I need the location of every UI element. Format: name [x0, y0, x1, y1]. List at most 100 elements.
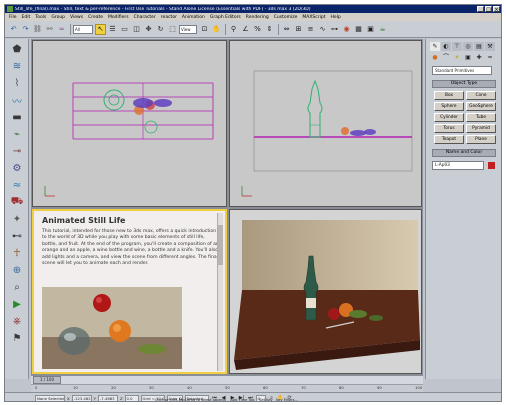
bind-spacewarp-icon[interactable]: ≈	[56, 24, 67, 35]
create-animation-icon[interactable]: ⎈	[9, 314, 25, 328]
select-scale-icon[interactable]: ⬚	[167, 24, 178, 35]
redo-icon[interactable]: ↷	[20, 24, 31, 35]
select-manipulate-icon[interactable]: ✋	[211, 24, 222, 35]
key-filters-button[interactable]: Key Filters...	[276, 398, 298, 401]
helpers-icon[interactable]: ✚	[474, 54, 484, 62]
wind-icon[interactable]: ≈	[9, 178, 25, 192]
menu-file[interactable]: File	[9, 15, 17, 20]
menu-graph-editors[interactable]: Graph Editors	[210, 15, 241, 20]
sphere-button[interactable]: Sphere	[434, 102, 464, 111]
select-move-icon[interactable]: ✥	[143, 24, 154, 35]
select-rotate-icon[interactable]: ↻	[155, 24, 166, 35]
object-name-field[interactable]: L-Ap03	[432, 161, 484, 170]
motion-tab-icon[interactable]: ◎	[463, 42, 473, 51]
front-viewport[interactable]	[229, 40, 422, 207]
x-coord-field[interactable]: -123.482	[71, 394, 92, 401]
shapes-icon[interactable]: ⌒	[441, 54, 451, 62]
hinge-icon[interactable]: ⊷	[9, 229, 25, 243]
plane-icon[interactable]: ▬	[9, 110, 25, 124]
menu-group[interactable]: Group	[51, 15, 65, 20]
plane-button[interactable]: Plane	[466, 135, 496, 144]
cylinder-button[interactable]: Cylinder	[434, 113, 464, 122]
menu-edit[interactable]: Edit	[22, 15, 31, 20]
curve-editor-icon[interactable]: ∿	[317, 24, 328, 35]
lights-icon[interactable]: ☀	[452, 54, 462, 62]
cloth-icon[interactable]: ≋	[9, 59, 25, 73]
z-coord-field[interactable]: 0.0	[124, 394, 139, 401]
material-editor-icon[interactable]: ◉	[341, 24, 352, 35]
close-button[interactable]: ×	[493, 6, 500, 13]
add-time-tag-button[interactable]: Add Time Tag	[230, 398, 254, 401]
reference-coordinate-dropdown[interactable]: View	[179, 24, 197, 34]
mirror-icon[interactable]: ⇔	[281, 24, 292, 35]
spacewarps-icon[interactable]: ≈	[485, 54, 495, 62]
utilities-tab-icon[interactable]: ⚒	[485, 42, 495, 51]
time-slider-thumb[interactable]: 1 / 100	[33, 376, 61, 384]
menu-maxscript[interactable]: MAXScript	[302, 15, 325, 20]
track-bar[interactable]: 0 10 20 30 40 50 60 70 80 90 100	[31, 384, 423, 392]
layer-manager-icon[interactable]: ≡	[305, 24, 316, 35]
pivot-center-icon[interactable]: ⊡	[199, 24, 210, 35]
cameras-icon[interactable]: ▣	[463, 54, 473, 62]
constraint-icon[interactable]: ⊕	[9, 263, 25, 277]
ragdoll-icon[interactable]: ☥	[9, 246, 25, 260]
unlink-icon[interactable]: ⚯	[44, 24, 55, 35]
preview-icon[interactable]: ▶	[9, 297, 25, 311]
window-crossing-icon[interactable]: ◫	[131, 24, 142, 35]
menu-character[interactable]: Character	[134, 15, 156, 20]
scrollbar-thumb[interactable]	[218, 225, 223, 265]
snap-toggle-icon[interactable]: ⚲	[228, 24, 239, 35]
menu-views[interactable]: Views	[70, 15, 83, 20]
menu-reactor[interactable]: reactor	[161, 15, 177, 20]
time-slider[interactable]: 1 / 100	[31, 375, 423, 384]
rope-icon[interactable]: ⌇	[9, 76, 25, 90]
link-icon[interactable]: ⛓	[32, 24, 43, 35]
perspective-viewport[interactable]	[229, 209, 422, 374]
top-viewport[interactable]	[32, 40, 227, 207]
undo-icon[interactable]: ↶	[8, 24, 19, 35]
spring-icon[interactable]: ⌁	[9, 127, 25, 141]
tutorial-panel[interactable]: Animated Still Life This tutorial, inten…	[32, 209, 227, 374]
maximize-button[interactable]: □	[485, 6, 492, 13]
render-frame-icon[interactable]: ▣	[365, 24, 376, 35]
pyramid-button[interactable]: Pyramid	[466, 124, 496, 133]
object-type-rollout[interactable]: Object Type	[432, 80, 496, 88]
set-key-button[interactable]: Set Key	[259, 398, 273, 401]
menu-customize[interactable]: Customize	[274, 15, 298, 20]
modify-tab-icon[interactable]: ◐	[441, 42, 451, 51]
schematic-view-icon[interactable]: ⊶	[329, 24, 340, 35]
motor-icon[interactable]: ⚙	[9, 161, 25, 175]
region-select-icon[interactable]: ▭	[119, 24, 130, 35]
percent-snap-icon[interactable]: %	[252, 24, 263, 35]
menu-rendering[interactable]: Rendering	[246, 15, 269, 20]
menu-create[interactable]: Create	[88, 15, 103, 20]
box-button[interactable]: Box	[434, 91, 464, 100]
angle-snap-icon[interactable]: ∠	[240, 24, 251, 35]
teapot-button[interactable]: Teapot	[434, 135, 464, 144]
select-object-icon[interactable]: ↖	[95, 23, 106, 35]
tutorial-scrollbar[interactable]	[217, 213, 223, 371]
geosphere-button[interactable]: GeoSphere	[466, 102, 496, 111]
display-tab-icon[interactable]: ▤	[474, 42, 484, 51]
object-color-swatch[interactable]	[488, 162, 495, 169]
menu-help[interactable]: Help	[331, 15, 341, 20]
name-color-rollout[interactable]: Name and Color	[432, 149, 496, 157]
create-tab-icon[interactable]: ✎	[430, 42, 440, 51]
spinner-snap-icon[interactable]: ⇕	[264, 24, 275, 35]
selection-filter-dropdown[interactable]: All	[73, 24, 93, 34]
cone-button[interactable]: Cone	[466, 91, 496, 100]
y-coord-field[interactable]: -7.4683	[97, 394, 118, 401]
hierarchy-tab-icon[interactable]: ⊤	[452, 42, 462, 51]
render-setup-icon[interactable]: ▦	[353, 24, 364, 35]
geometry-icon[interactable]: ●	[430, 54, 440, 62]
properties-icon[interactable]: ⚑	[9, 331, 25, 345]
water-icon[interactable]: 〰	[9, 93, 25, 108]
analyze-icon[interactable]: ⌕	[9, 280, 25, 294]
minimize-button[interactable]: _	[477, 6, 484, 13]
quick-render-icon[interactable]: ☕	[377, 24, 388, 35]
fracture-icon[interactable]: ✦	[9, 212, 25, 226]
menu-animation[interactable]: Animation	[182, 15, 205, 20]
select-by-name-icon[interactable]: ☰	[107, 24, 118, 35]
torus-button[interactable]: Torus	[434, 124, 464, 133]
rigid-body-icon[interactable]: ⬟	[9, 42, 25, 56]
